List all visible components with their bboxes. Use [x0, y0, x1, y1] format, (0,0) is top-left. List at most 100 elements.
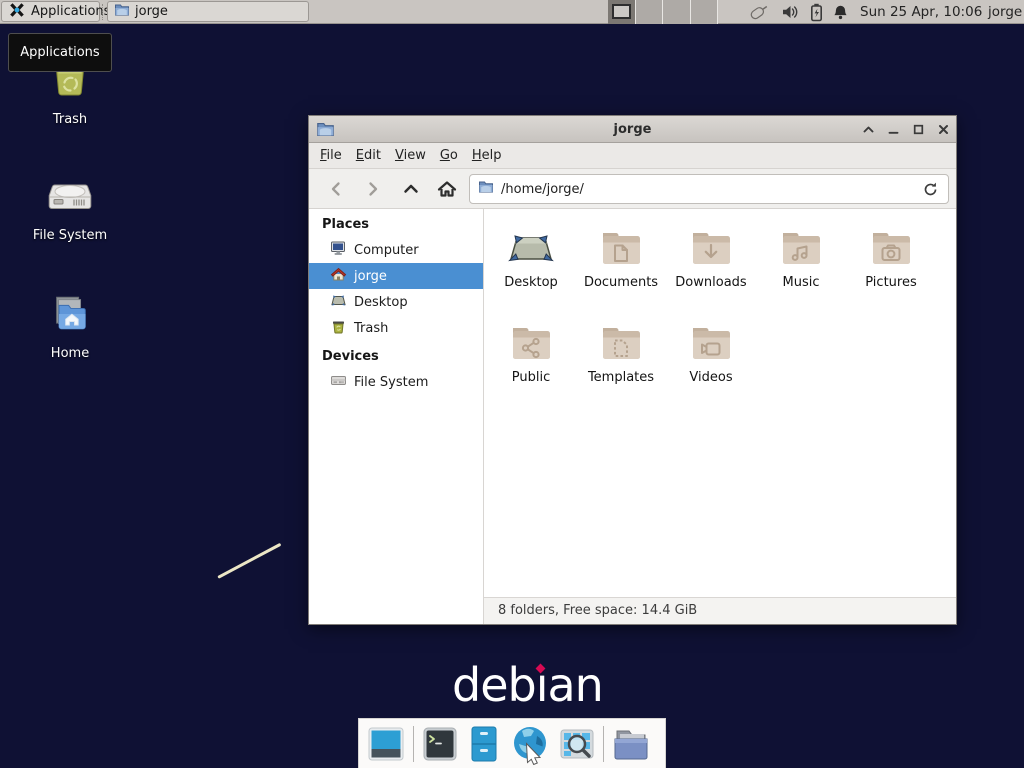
panel-user-button[interactable]: jorge: [988, 0, 1022, 24]
menu-help[interactable]: Help: [465, 145, 509, 166]
desktop-workspace-icon: [507, 224, 555, 272]
sidebar: Places Computer jorge Desktop Trash: [309, 209, 484, 624]
applications-menu-button[interactable]: Applications: [1, 1, 100, 22]
file-view: Desktop Documents Downloads: [484, 209, 956, 597]
workspace-window-preview: [612, 4, 631, 19]
sidebar-item-desktop[interactable]: Desktop: [309, 289, 483, 315]
home-icon: [330, 266, 347, 287]
mouse-icon[interactable]: [748, 3, 770, 21]
tooltip-text: Applications: [20, 45, 99, 60]
workspace-pager: [608, 0, 718, 24]
desktop: Applications jorge Sun 25 Apr, 10:06: [0, 0, 1024, 768]
workspace-2[interactable]: [636, 0, 664, 24]
file-label: Public: [512, 370, 550, 385]
home-folder-icon: [47, 291, 93, 341]
templates-folder-icon: [597, 319, 645, 367]
dock-separator: [603, 726, 604, 762]
workspace-4[interactable]: [691, 0, 719, 24]
location-path[interactable]: /home/jorge/: [501, 182, 920, 197]
taskbar-button-label: jorge: [135, 4, 168, 19]
sidebar-devices-header: Devices: [309, 349, 483, 369]
shade-button[interactable]: [861, 123, 875, 137]
desktop-icon: [330, 292, 347, 313]
debian-dot: [535, 664, 545, 674]
downloads-folder-icon: [687, 224, 735, 272]
folder-icon: [478, 179, 494, 199]
file-label: Music: [783, 275, 820, 290]
menubar: File Edit View Go Help: [309, 143, 956, 169]
file-cabinet-icon[interactable]: [466, 724, 502, 764]
public-share-folder-icon: [507, 319, 555, 367]
terminal-icon[interactable]: [421, 725, 459, 763]
maximize-button[interactable]: [911, 123, 925, 137]
workspace-1[interactable]: [608, 0, 636, 24]
file-videos[interactable]: Videos: [666, 304, 756, 399]
file-documents[interactable]: Documents: [576, 209, 666, 304]
web-browser-globe-icon[interactable]: [509, 723, 551, 765]
pictures-folder-icon: [867, 224, 915, 272]
menu-file[interactable]: File: [313, 145, 349, 166]
hard-drive-icon: [46, 173, 94, 223]
file-pictures[interactable]: Pictures: [846, 209, 936, 304]
forward-button[interactable]: [359, 175, 387, 203]
file-desktop[interactable]: Desktop: [486, 209, 576, 304]
notifications-bell-icon[interactable]: [829, 3, 851, 21]
sidebar-item-computer[interactable]: Computer: [309, 237, 483, 263]
reload-icon[interactable]: [920, 179, 940, 199]
volume-icon[interactable]: [779, 3, 801, 21]
desktop-icon-home[interactable]: Home: [25, 291, 115, 361]
menu-go[interactable]: Go: [433, 145, 465, 166]
battery-charging-icon[interactable]: [805, 3, 827, 21]
sidebar-item-label: File System: [354, 375, 428, 390]
window-title: jorge: [309, 122, 956, 137]
file-public[interactable]: Public: [486, 304, 576, 399]
minimize-button[interactable]: [886, 123, 900, 137]
show-desktop-icon[interactable]: [366, 724, 406, 764]
computer-icon: [330, 240, 347, 261]
home-button[interactable]: [433, 175, 461, 203]
dock-panel: [358, 718, 666, 768]
xfce-cross-icon: [8, 1, 26, 23]
music-folder-icon: [777, 224, 825, 272]
file-label: Documents: [584, 275, 658, 290]
directory-menu-folder-icon[interactable]: [611, 725, 651, 763]
app-finder-icon[interactable]: [558, 725, 596, 763]
window-titlebar[interactable]: jorge: [309, 116, 956, 143]
file-downloads[interactable]: Downloads: [666, 209, 756, 304]
statusbar: 8 folders, Free space: 14.4 GiB: [484, 597, 956, 624]
sidebar-item-label: Trash: [354, 321, 388, 336]
file-templates[interactable]: Templates: [576, 304, 666, 399]
sidebar-item-trash[interactable]: Trash: [309, 315, 483, 341]
menu-view[interactable]: View: [388, 145, 433, 166]
back-button[interactable]: [322, 175, 350, 203]
wallpaper-line-artifact: [217, 543, 281, 579]
applications-tooltip: Applications: [8, 33, 112, 72]
close-button[interactable]: [936, 123, 950, 137]
up-button[interactable]: [397, 175, 425, 203]
menu-edit[interactable]: Edit: [349, 145, 388, 166]
sidebar-item-file-system[interactable]: File System: [309, 369, 483, 395]
trash-icon: [330, 318, 347, 339]
taskbar-button-jorge[interactable]: jorge: [107, 1, 309, 22]
sidebar-item-jorge[interactable]: jorge: [309, 263, 483, 289]
location-bar[interactable]: /home/jorge/: [469, 174, 949, 204]
desktop-icon-file-system[interactable]: File System: [25, 173, 115, 243]
desktop-icon-label: Trash: [53, 112, 87, 127]
file-label: Pictures: [865, 275, 916, 290]
applications-menu-label: Applications: [31, 4, 110, 19]
panel-clock[interactable]: Sun 25 Apr, 10:06: [860, 0, 982, 24]
desktop-icon-label: Home: [51, 346, 89, 361]
file-label: Videos: [689, 370, 732, 385]
file-music[interactable]: Music: [756, 209, 846, 304]
documents-folder-icon: [597, 224, 645, 272]
workspace-3[interactable]: [663, 0, 691, 24]
file-label: Downloads: [675, 275, 746, 290]
desktop-icon-label: File System: [33, 228, 107, 243]
file-manager-window: jorge File Edit View Go Help: [308, 115, 957, 625]
window-folder-icon: [316, 120, 335, 143]
sidebar-item-label: jorge: [354, 269, 387, 284]
file-label: Templates: [588, 370, 654, 385]
dock-separator: [413, 726, 414, 762]
drive-icon: [330, 372, 347, 393]
top-panel: Applications jorge Sun 25 Apr, 10:06: [0, 0, 1024, 24]
